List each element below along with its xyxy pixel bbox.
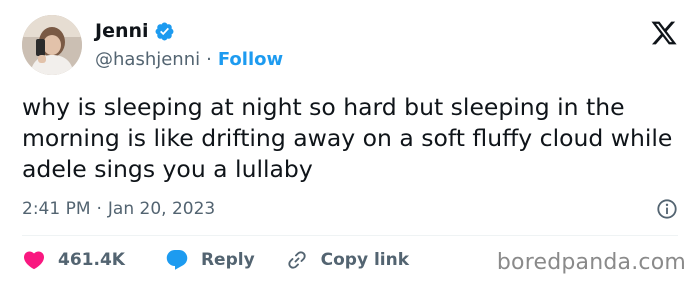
tweet-card: Jenni @hashjenni · Follow why is sleepin… (0, 0, 700, 287)
timestamp-separator: · (96, 199, 102, 219)
reply-label: Reply (200, 250, 255, 270)
tweet-date: Jan 20, 2023 (107, 199, 216, 219)
follow-button[interactable]: Follow (218, 49, 283, 70)
info-icon[interactable] (656, 198, 678, 220)
like-count: 461.4K (58, 250, 125, 270)
avatar[interactable] (22, 15, 82, 75)
author-name-row: Jenni (95, 18, 175, 44)
tweet-timestamp[interactable]: 2:41 PM · Jan 20, 2023 (22, 196, 215, 222)
author-display-name[interactable]: Jenni (95, 20, 149, 42)
source-watermark: boredpanda.com (496, 250, 686, 275)
copy-link-button[interactable]: Copy link (285, 248, 409, 272)
link-icon (287, 251, 306, 269)
copy-link-label: Copy link (320, 250, 410, 270)
reply-button[interactable]: Reply (165, 248, 255, 272)
tweet-text: why is sleeping at night so hard but sle… (22, 93, 673, 183)
author-handle-row: @hashjenni · Follow (95, 46, 283, 72)
like-button[interactable]: 461.4K (22, 248, 125, 272)
verified-badge-icon (154, 21, 175, 42)
heart-icon (23, 251, 45, 270)
handle-separator: · (206, 48, 212, 70)
action-bar: 461.4K Reply Copy link (22, 245, 409, 275)
divider (22, 235, 678, 236)
avatar-photo (22, 15, 82, 75)
author-handle[interactable]: @hashjenni (95, 49, 200, 70)
tweet-time: 2:41 PM (22, 199, 91, 219)
x-logo-icon[interactable] (650, 19, 678, 47)
speech-bubble-icon (166, 250, 188, 270)
